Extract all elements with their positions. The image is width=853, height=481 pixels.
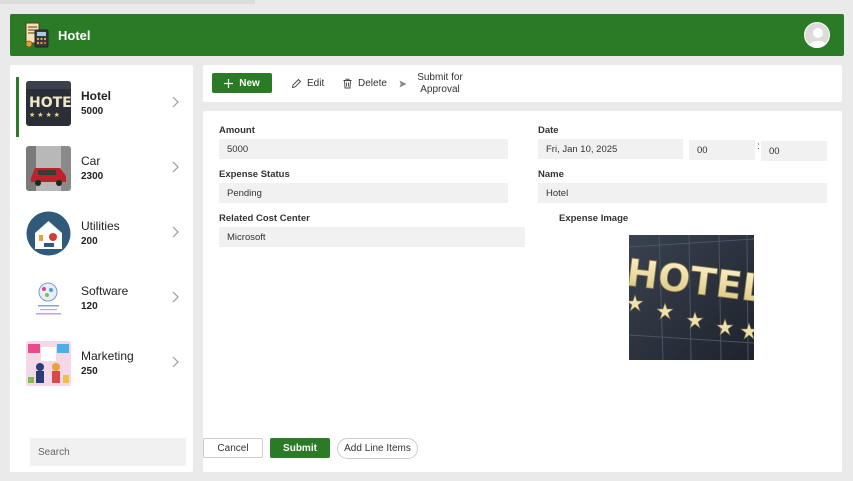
marketing-thumbnail bbox=[26, 341, 71, 386]
expense-status-label: Expense Status bbox=[219, 169, 290, 180]
amount-label: Amount bbox=[219, 125, 255, 136]
date-picker[interactable]: Fri, Jan 10, 2025 bbox=[538, 139, 683, 159]
name-field[interactable]: Hotel bbox=[538, 183, 827, 203]
expense-image-label: Expense Image bbox=[559, 213, 629, 224]
search-input[interactable] bbox=[30, 438, 186, 466]
sidebar-item-label: Software bbox=[81, 283, 129, 298]
chevron-right-icon bbox=[172, 161, 179, 173]
sidebar-item-amount: 2300 bbox=[81, 170, 104, 182]
submit-for-approval-button[interactable]: Submit for Approval bbox=[399, 65, 468, 102]
new-button[interactable]: New bbox=[212, 73, 272, 93]
sidebar-item-label: Marketing bbox=[81, 348, 134, 363]
sidebar-item-software[interactable]: Software 120 bbox=[10, 266, 193, 328]
sidebar-item-label: Utilities bbox=[81, 218, 120, 233]
cost-center-label: Related Cost Center bbox=[219, 213, 310, 224]
pencil-icon bbox=[291, 78, 302, 89]
sidebar-item-hotel[interactable]: HOTE ★ ★ ★ ★ Hotel 5000 bbox=[10, 71, 193, 137]
car-thumbnail bbox=[26, 146, 71, 191]
sidebar-item-marketing[interactable]: Marketing 250 bbox=[10, 331, 193, 393]
minute-dropdown[interactable]: 00 bbox=[761, 141, 827, 161]
sidebar-item-amount: 200 bbox=[81, 235, 98, 247]
edit-button[interactable]: Edit bbox=[291, 65, 324, 102]
sidebar-item-car[interactable]: Car 2300 bbox=[10, 136, 193, 198]
calculator-receipt-icon bbox=[25, 22, 49, 48]
chevron-right-icon bbox=[172, 291, 179, 303]
command-toolbar: New Edit Delete Submit for Approval bbox=[203, 65, 842, 102]
submit-for-approval-label: Submit for Approval bbox=[417, 71, 463, 95]
add-line-items-button[interactable]: Add Line Items bbox=[337, 438, 418, 459]
plus-icon bbox=[224, 78, 234, 88]
hotel-thumbnail: HOTE ★ ★ ★ ★ bbox=[26, 81, 71, 126]
cost-center-field[interactable]: Microsoft bbox=[219, 227, 525, 247]
edit-button-label: Edit bbox=[307, 78, 325, 89]
cancel-button[interactable]: Cancel bbox=[203, 438, 263, 458]
expense-form: Amount 5000 Date Fri, Jan 10, 2025 00 : … bbox=[203, 111, 842, 472]
trash-icon bbox=[343, 78, 352, 89]
sidebar-item-label: Car bbox=[81, 153, 101, 168]
name-label: Name bbox=[538, 169, 564, 180]
time-separator: : bbox=[757, 141, 760, 152]
sidebar-item-amount: 5000 bbox=[81, 105, 104, 117]
expense-sidebar: HOTE ★ ★ ★ ★ Hotel 5000 Car 2300 Utiliti… bbox=[10, 65, 193, 472]
svg-text:HOTE: HOTE bbox=[29, 95, 71, 111]
user-avatar-icon[interactable] bbox=[804, 22, 830, 48]
amount-field[interactable]: 5000 bbox=[219, 139, 508, 159]
sidebar-item-amount: 120 bbox=[81, 300, 98, 312]
page-title: Hotel bbox=[58, 27, 91, 43]
chevron-right-icon bbox=[172, 226, 179, 238]
date-label: Date bbox=[538, 125, 559, 136]
delete-button[interactable]: Delete bbox=[342, 65, 387, 102]
chevron-right-icon bbox=[172, 356, 179, 368]
software-thumbnail bbox=[26, 276, 71, 321]
app-header: Hotel bbox=[10, 14, 844, 56]
hour-dropdown[interactable]: 00 bbox=[689, 140, 755, 160]
new-button-label: New bbox=[239, 77, 260, 89]
submit-button[interactable]: Submit bbox=[270, 438, 330, 458]
expense-status-field[interactable]: Pending bbox=[219, 183, 508, 203]
sidebar-item-utilities[interactable]: Utilities 200 bbox=[10, 201, 193, 263]
chevron-right-icon bbox=[172, 96, 179, 108]
sidebar-item-amount: 250 bbox=[81, 365, 98, 377]
utilities-thumbnail bbox=[26, 211, 71, 256]
sidebar-item-label: Hotel bbox=[81, 88, 111, 103]
delete-button-label: Delete bbox=[358, 78, 387, 89]
top-edge-shadow bbox=[0, 0, 255, 4]
send-icon bbox=[399, 80, 407, 87]
svg-text:★ ★ ★ ★: ★ ★ ★ ★ bbox=[29, 111, 60, 119]
expense-image[interactable]: HOTEL bbox=[629, 235, 754, 360]
